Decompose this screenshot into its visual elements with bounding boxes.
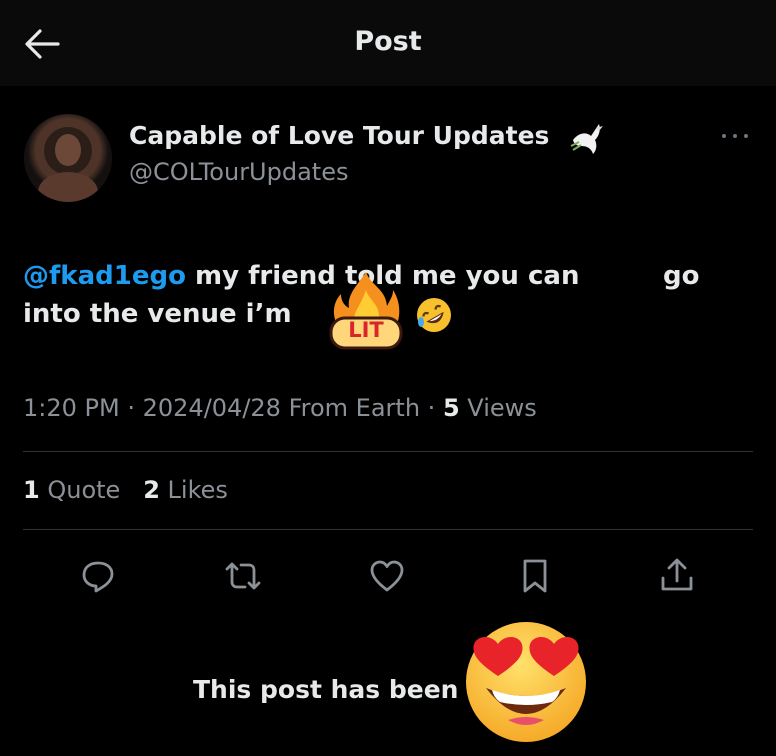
more-dot-icon [733,134,737,138]
heart-icon [370,560,404,592]
like-button[interactable] [367,556,407,596]
smiling-face-with-heart-eyes-icon [466,622,586,742]
reply-icon [82,561,114,593]
post-date-source: 2024/04/28 From Earth [142,394,421,422]
post-text-line-1-end: go [663,261,700,291]
quotes-stat[interactable]: 1 Quote [23,476,120,504]
quotes-label: Quote [47,476,121,504]
views-label: Views [467,394,537,422]
rolling-on-floor-laughing-icon [417,298,451,332]
post-text-line-1: @fkad1ego my friend told me you can [23,255,579,297]
avatar-face [55,134,81,166]
divider [23,529,753,530]
post-status-note: This post has been [193,675,459,704]
page-title: Post [354,26,422,57]
more-dot-icon [744,134,748,138]
post-stats: 1 Quote 2 Likes [23,476,228,504]
likes-stat[interactable]: 2 Likes [143,476,228,504]
avatar-figure [38,172,98,202]
post-time: 1:20 PM [23,394,120,422]
fire-lit-sticker-icon [329,272,403,350]
meta-separator: · [427,394,436,422]
meta-separator: · [127,394,135,422]
divider [23,451,753,452]
likes-label: Likes [167,476,228,504]
author-handle[interactable]: @COLTourUpdates [129,158,348,186]
share-button[interactable] [657,556,697,596]
likes-count: 2 [143,476,160,504]
repost-button[interactable] [223,556,263,596]
bookmark-icon [523,559,547,593]
mention-link[interactable]: @fkad1ego [23,261,186,291]
top-bar: Post [0,0,776,86]
author-display-name[interactable]: Capable of Love Tour Updates [129,121,549,150]
lit-sticker-label: LIT [348,318,384,342]
bookmark-button[interactable] [515,556,555,596]
share-icon [661,558,693,591]
more-options-button[interactable] [718,126,752,146]
reply-button[interactable] [78,556,118,596]
post-meta: 1:20 PM · 2024/04/28 From Earth · 5 View… [23,394,537,422]
more-dot-icon [722,134,726,138]
avatar[interactable] [24,114,112,202]
quotes-count: 1 [23,476,40,504]
views-count: 5 [442,394,460,422]
repost-icon [225,562,261,590]
post-text-line-2: into the venue i’m [23,299,292,329]
dove-icon [570,124,603,154]
